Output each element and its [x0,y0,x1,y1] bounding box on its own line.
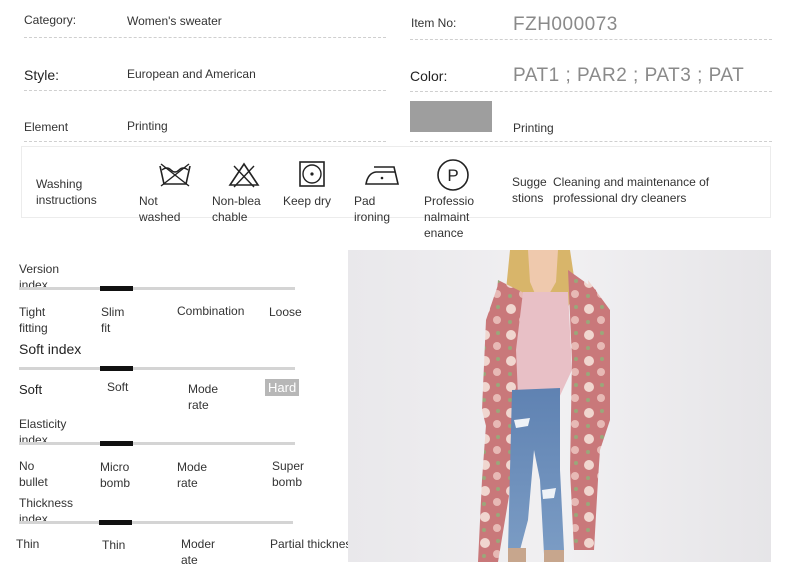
professional-clean-icon: P [437,159,469,191]
thickness-index-scale [19,521,293,524]
scale-option: Moderate [177,460,208,490]
divider [410,141,772,142]
pattern-label-image [410,101,492,132]
scale-option: Thin [16,537,40,551]
scale-option: Combination [177,304,245,318]
item-no-label: Item No: [411,16,457,30]
scale-option: No bullet [19,459,48,489]
model-wearing-cardigan-image [348,250,771,562]
elasticity-index-marker [100,441,133,446]
scale-option: Thin [102,538,126,552]
care-option-label: Non-blea chable [212,194,261,224]
no-bleach-icon [228,162,260,188]
care-option-label: Pad ironing [354,194,391,224]
category-value: Women's sweater [127,14,222,28]
color-label: Color: [410,68,448,84]
care-option-label: Professio nalmaint enance [424,194,475,240]
item-no-value: FZH000073 [513,14,618,35]
element-value: Printing [127,119,168,133]
style-label: Style: [24,67,60,83]
care-option-label: Keep dry [283,194,332,208]
divider [24,37,386,38]
care-option-label: Not washed [139,194,181,224]
scale-option: Micro bomb [100,460,131,490]
divider [410,39,772,40]
divider [24,90,386,91]
product-photo [348,250,771,562]
scale-option: Super bomb [272,459,305,489]
svg-text:P: P [447,166,458,185]
scale-option: Soft [107,380,129,394]
divider [24,141,386,142]
pattern-value: Printing [513,121,554,135]
scale-option: Soft [19,382,43,397]
category-label: Category: [24,13,77,27]
scale-option-hard: Hard [265,379,299,396]
soft-index-scale [19,367,295,370]
soft-index-title: Soft index [19,341,82,357]
thickness-index-marker [99,520,132,525]
version-index-marker [100,286,133,291]
iron-icon [365,166,400,185]
divider [410,91,772,92]
tumble-dry-icon [299,161,325,187]
soft-index-marker [100,366,133,371]
suggestions-text: Cleaning and maintenance of professional … [553,175,710,205]
scale-option: Tight fitting [19,305,48,335]
version-index-scale [19,287,295,290]
element-label: Element [24,120,69,134]
scale-option: Slim fit [101,305,125,335]
no-wash-icon [159,163,191,187]
color-value: PAT1 ; PAR2 ; PAT3 ; PAT [513,65,745,86]
washing-instructions-label: Washing instructions [36,177,97,207]
scale-option: Moderate [188,382,219,412]
scale-option: Moderate [181,537,216,567]
style-value: European and American [127,67,256,81]
suggestions-label: Sugge stions [512,175,547,205]
elasticity-index-scale [19,442,295,445]
scale-option: Partial thickness [270,537,358,551]
scale-option: Loose [269,305,302,319]
